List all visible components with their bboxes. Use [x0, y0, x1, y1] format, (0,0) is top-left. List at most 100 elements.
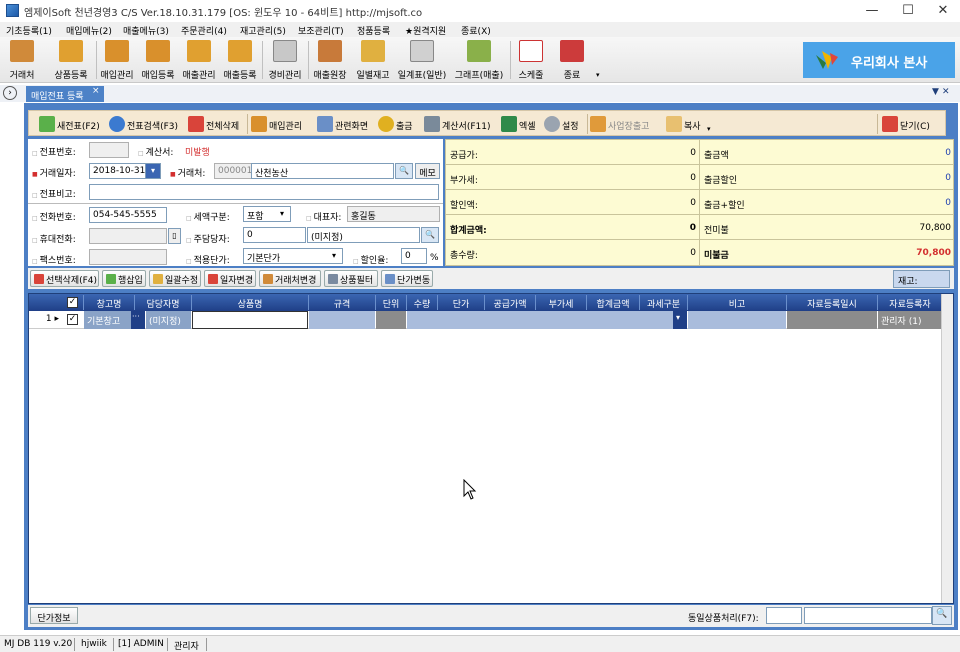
toolbar-product[interactable]: 상품등록 [48, 39, 94, 81]
column-header-manager[interactable]: 담당자명 [135, 297, 191, 310]
column-header-total[interactable]: 합계금액 [587, 297, 639, 310]
purchase-mgmt-button[interactable]: 매입관리 [251, 115, 313, 133]
price-dropdown-icon[interactable]: ▾ [332, 251, 336, 260]
customer-search-icon[interactable]: 🔍 [395, 163, 413, 179]
close-window-button[interactable]: ✕ [926, 0, 960, 22]
discount-field[interactable]: 0 [401, 248, 427, 264]
toolbar-graph[interactable]: 그래프(매출) [452, 39, 506, 81]
toolbar-overflow-icon[interactable]: ▾ [707, 125, 711, 133]
price-change-button[interactable]: 단가변동 [381, 270, 433, 287]
toolbar-schedule[interactable]: 스케줄 [512, 39, 550, 81]
close-slip-button[interactable]: 닫기(C) [882, 115, 940, 133]
phone-field[interactable]: 054-545-5555 [89, 207, 167, 223]
same-product-input[interactable] [804, 607, 932, 624]
warehouse-lookup-icon[interactable]: ··· [131, 311, 145, 329]
manager-search-icon[interactable]: 🔍 [421, 227, 439, 243]
panel-toggle-icon[interactable]: › [3, 86, 17, 100]
change-customer-button[interactable]: 거래처변경 [259, 270, 321, 287]
toolbar-expense[interactable]: 경비관리 [264, 39, 306, 81]
slip-no-label: 전표번호: [32, 145, 76, 158]
price-type-label: 적용단가: [186, 253, 230, 266]
menu-item-sales[interactable]: 매출메뉴(3) [123, 24, 169, 37]
row-checkbox[interactable]: ✓ [67, 314, 78, 325]
column-header-spec[interactable]: 규격 [309, 297, 375, 310]
manager-cell[interactable]: (미지정) [146, 311, 191, 329]
excel-button[interactable]: 엑셀 [501, 115, 541, 133]
toolbar-daily-report[interactable]: 일계표(일반) [396, 39, 448, 81]
column-header-product[interactable]: 상품명 [192, 297, 308, 310]
tax-type-dropdown-icon[interactable]: ▾ [673, 311, 687, 329]
change-date-button[interactable]: 일자변경 [204, 270, 256, 287]
toolbar-overflow-icon[interactable]: ▾ [596, 71, 600, 79]
delete-all-button[interactable]: 전체삭제 [188, 115, 244, 133]
manager-code-field[interactable]: 0 [243, 227, 306, 243]
same-product-select[interactable] [766, 607, 802, 624]
memo-button[interactable]: 메모 [415, 163, 440, 179]
column-header-tax-type[interactable]: 과세구분 [640, 297, 687, 310]
column-header-reg-date[interactable]: 자료등록일시 [787, 297, 877, 310]
toolbar-sales-mgmt[interactable]: 매출관리 [179, 39, 219, 81]
document-controls[interactable]: ▼ ✕ [932, 87, 950, 97]
column-header-price[interactable]: 단가 [438, 297, 484, 310]
customer-name-field[interactable]: 산천농산 [251, 163, 394, 179]
note-field[interactable] [89, 184, 439, 200]
payout-plus-discount-value: 0 [945, 198, 951, 208]
menu-item-purchase[interactable]: 매입메뉴(2) [66, 24, 112, 37]
product-filter-button[interactable]: 상품필터 [324, 270, 378, 287]
toolbar-divider [262, 41, 263, 79]
delete-selected-button[interactable]: 선택삭제(F4) [30, 270, 99, 287]
new-slip-button[interactable]: 새전표(F2) [39, 115, 103, 133]
menu-item-inventory[interactable]: 재고관리(5) [240, 24, 286, 37]
minimize-button[interactable]: — [855, 0, 889, 22]
same-product-search-icon[interactable]: 🔍 [932, 606, 952, 625]
toolbar-sales-ledger[interactable]: 매출원장 [309, 39, 351, 81]
tab-close-icon[interactable]: × [92, 86, 100, 96]
toolbar-daily-stock[interactable]: 일별재고 [352, 39, 394, 81]
column-header-note[interactable]: 비고 [688, 297, 786, 310]
toolbar-purchase-mgmt[interactable]: 매입관리 [97, 39, 137, 81]
settings-button[interactable]: 설정 [544, 115, 584, 133]
column-header-registrant[interactable]: 자료등록자 [878, 297, 942, 310]
toolbar-customer[interactable]: 거래처 [2, 39, 42, 81]
invoice-button[interactable]: 계산서(F11) [424, 115, 494, 133]
menu-item-registration[interactable]: 정품등록 [357, 24, 390, 37]
tax-dropdown-icon[interactable]: ▾ [280, 209, 284, 218]
amount-cells[interactable] [407, 311, 673, 329]
spec-cell[interactable] [309, 311, 375, 329]
warehouse-cell[interactable]: 기본창고 [84, 311, 134, 329]
search-slip-button[interactable]: 전표검색(F3) [109, 115, 183, 133]
prev-unpaid-label: 전미불 [704, 226, 729, 236]
note-cell[interactable] [688, 311, 786, 329]
bulk-edit-button[interactable]: 일괄수정 [149, 270, 201, 287]
insert-row-button[interactable]: 행삽입 [102, 270, 146, 287]
toolbar-sales-entry[interactable]: 매출등록 [220, 39, 260, 81]
column-header-supply[interactable]: 공급가액 [485, 297, 535, 310]
date-dropdown-icon[interactable]: ▾ [145, 163, 161, 179]
table-row[interactable]: 1 ▸ ✓ 기본창고 ··· (미지정) ▾ 관리자 (1) [29, 311, 953, 329]
related-screen-button[interactable]: 관련화면 [317, 115, 375, 133]
status-user: hjwiik [81, 639, 107, 649]
column-header-qty[interactable]: 수량 [407, 297, 437, 310]
site-release-button[interactable]: 사업장출고 [590, 115, 660, 133]
menu-item-auxiliary[interactable]: 보조관리(T) [298, 24, 344, 37]
menu-item-order[interactable]: 주문관리(4) [181, 24, 227, 37]
column-header-vat[interactable]: 부가세 [536, 297, 586, 310]
column-header-warehouse[interactable]: 창고명 [84, 297, 134, 310]
select-all-checkbox[interactable]: ✓ [67, 297, 78, 308]
menu-item-basic[interactable]: 기초등록(1) [6, 24, 52, 37]
maximize-button[interactable]: ☐ [891, 0, 925, 22]
copy-button[interactable]: 복사 [666, 115, 706, 133]
customer-label: 거래처: [170, 166, 206, 179]
menu-item-exit[interactable]: 종료(X) [461, 24, 491, 37]
payment-button[interactable]: 출금 [378, 115, 420, 133]
column-header-unit[interactable]: 단위 [376, 297, 406, 310]
product-cell[interactable] [192, 311, 308, 329]
price-info-button[interactable]: 단가정보 [30, 607, 78, 624]
payout-discount-value: 0 [945, 173, 951, 183]
phone-book-icon[interactable]: ▯ [168, 228, 181, 244]
toolbar-purchase-entry[interactable]: 매입등록 [138, 39, 178, 81]
menu-item-remote[interactable]: ★원격지원 [405, 24, 446, 37]
toolbar-exit[interactable]: 종료 [554, 39, 590, 81]
grid-scrollbar[interactable] [941, 294, 953, 603]
price-type-select[interactable]: 기본단가 [243, 248, 343, 264]
